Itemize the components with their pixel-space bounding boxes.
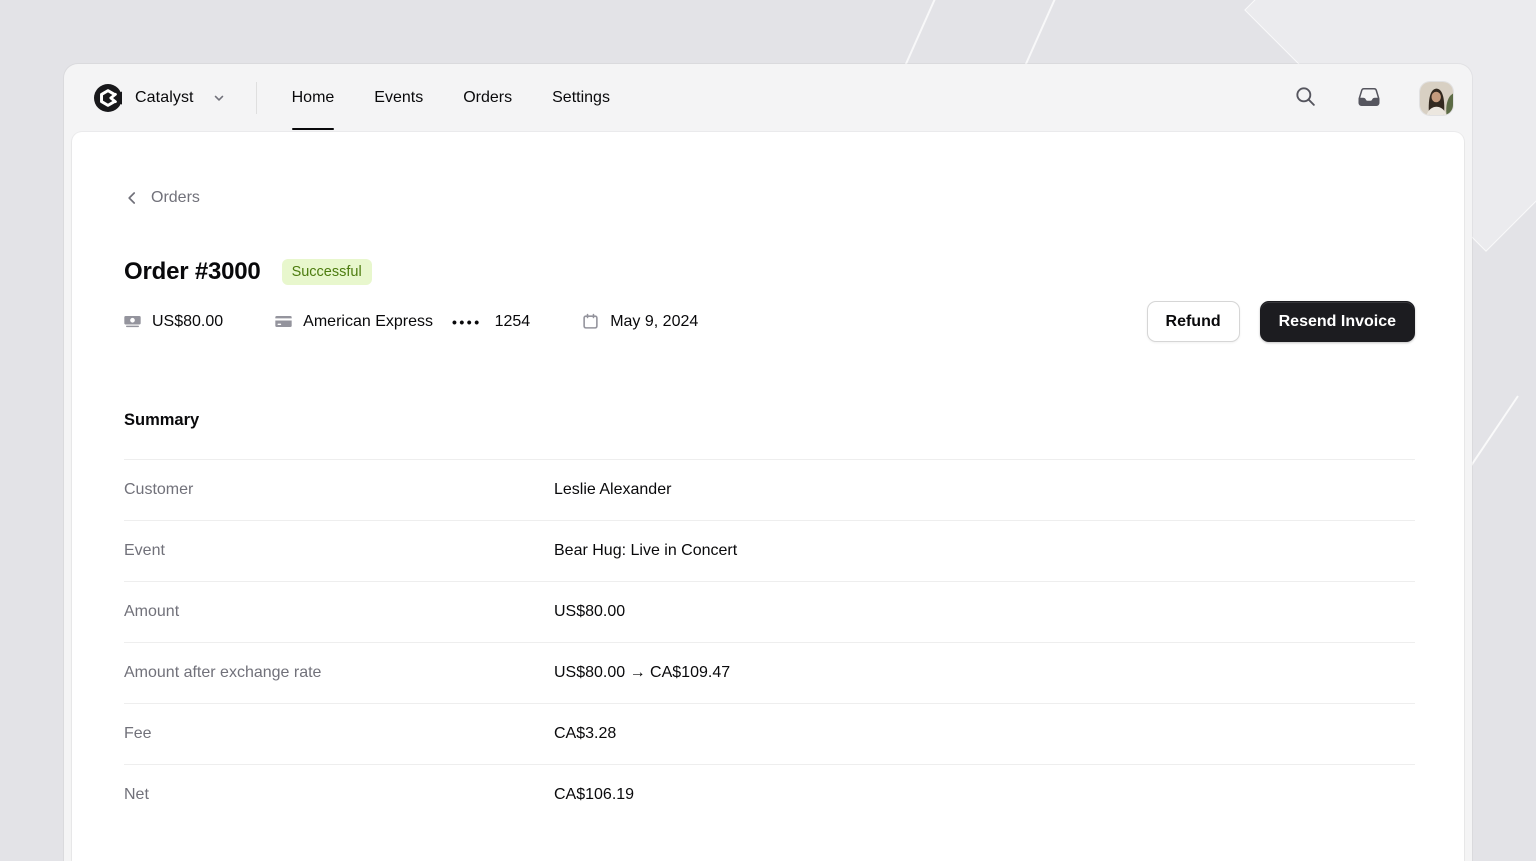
primary-nav: Home Events Orders Settings <box>291 64 610 132</box>
row-label: Customer <box>124 481 194 498</box>
summary-row-event: Event Bear Hug: Live in Concert <box>124 520 1415 581</box>
breadcrumb-label: Orders <box>151 189 200 206</box>
inbox-icon <box>1357 85 1381 112</box>
summary-row-fee: Fee CA$3.28 <box>124 703 1415 764</box>
order-date-meta: May 9, 2024 <box>582 313 698 331</box>
status-badge: Successful <box>281 258 372 286</box>
summary-row-amount: Amount US$80.00 <box>124 581 1415 642</box>
breadcrumb[interactable]: Orders <box>124 184 200 212</box>
order-meta: US$80.00 American Express •••• 1254 May … <box>124 313 698 331</box>
row-value: Bear Hug: Live in Concert <box>554 542 738 559</box>
nav-item-events[interactable]: Events <box>374 64 423 132</box>
row-label: Amount <box>124 603 180 620</box>
catalyst-logo-icon <box>94 84 122 112</box>
order-detail-card: Orders Order #3000 Successful US$80.00 A… <box>72 132 1464 861</box>
card-last4: 1254 <box>494 312 531 330</box>
search-button[interactable] <box>1292 85 1318 111</box>
top-navbar: Catalyst Home Events Orders Settings <box>64 64 1472 132</box>
row-value: US$80.00 → CA$109.47 <box>554 664 731 681</box>
order-actions: Refund Resend Invoice <box>1146 301 1415 342</box>
inbox-button[interactable] <box>1356 85 1382 111</box>
summary-row-exchange: Amount after exchange rate US$80.00 → CA… <box>124 642 1415 703</box>
row-label: Event <box>124 542 165 559</box>
order-amount-meta: US$80.00 <box>124 313 223 331</box>
summary-heading: Summary <box>124 411 200 429</box>
navbar-right <box>1292 81 1453 115</box>
page-title: Order #3000 <box>124 258 261 285</box>
chevron-left-icon <box>124 190 140 206</box>
payment-method: American Express <box>303 312 433 330</box>
row-value: CA$106.19 <box>554 786 635 803</box>
calendar-icon <box>582 313 599 330</box>
nav-item-settings[interactable]: Settings <box>552 64 610 132</box>
row-label: Amount after exchange rate <box>124 664 322 681</box>
resend-invoice-button[interactable]: Resend Invoice <box>1259 301 1415 342</box>
nav-item-orders[interactable]: Orders <box>463 64 512 132</box>
banknote-icon <box>124 313 141 330</box>
row-label: Fee <box>124 725 152 742</box>
row-value: CA$3.28 <box>554 725 617 742</box>
search-icon <box>1294 85 1317 111</box>
nav-item-home[interactable]: Home <box>291 64 334 132</box>
row-value: Leslie Alexander <box>554 481 672 498</box>
order-payment-meta: American Express •••• 1254 <box>275 313 530 331</box>
row-label: Net <box>124 786 149 803</box>
summary-row-net: Net CA$106.19 <box>124 764 1415 825</box>
summary-row-customer: Customer Leslie Alexander <box>124 459 1415 520</box>
card-number-dots: •••• <box>452 313 482 330</box>
brand-name: Catalyst <box>135 89 194 106</box>
app-shell: Catalyst Home Events Orders Settings Ord… <box>64 64 1472 861</box>
order-header-row: US$80.00 American Express •••• 1254 May … <box>124 301 1415 342</box>
brand-menu[interactable]: Catalyst <box>94 84 226 112</box>
title-row: Order #3000 Successful <box>124 256 1415 288</box>
summary-list: Customer Leslie Alexander Event Bear Hug… <box>124 459 1415 825</box>
refund-button[interactable]: Refund <box>1146 301 1240 342</box>
navbar-divider <box>255 82 257 114</box>
user-avatar[interactable] <box>1420 81 1453 115</box>
order-amount: US$80.00 <box>152 312 224 330</box>
credit-card-icon <box>275 313 292 330</box>
chevron-down-icon <box>212 91 226 105</box>
order-date: May 9, 2024 <box>610 312 699 330</box>
row-value: US$80.00 <box>554 603 626 620</box>
